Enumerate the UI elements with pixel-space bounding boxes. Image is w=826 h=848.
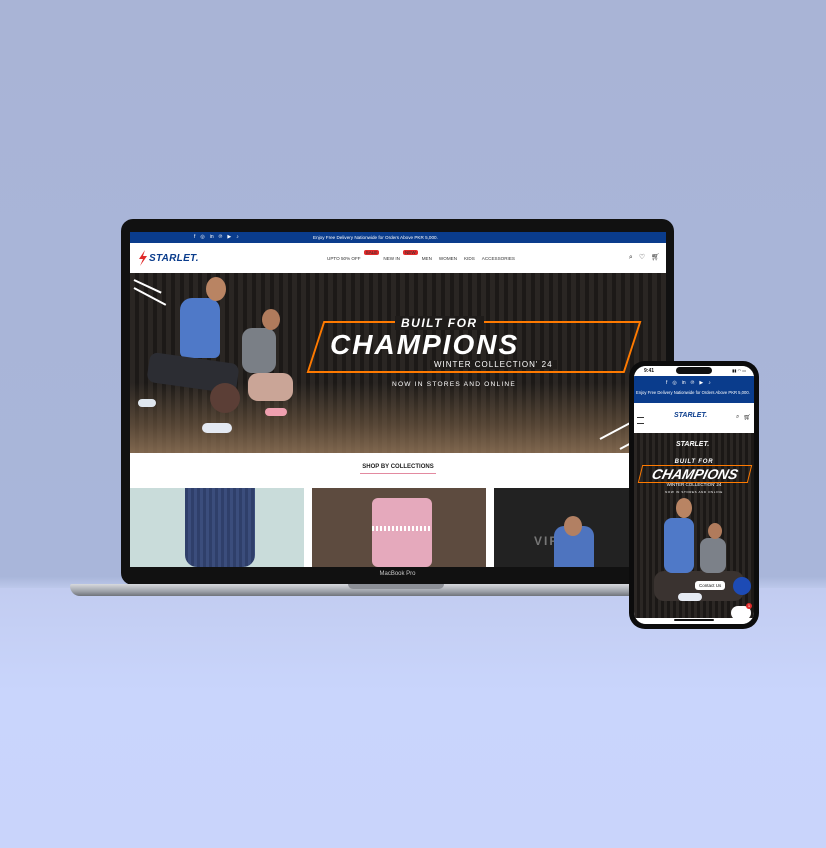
contact-fab-button[interactable]	[733, 577, 751, 595]
chat-badge: 1	[746, 603, 752, 609]
nav-icons: ⌕ 🛒︎	[736, 414, 751, 421]
section-title-text: SHOP BY COLLECTIONS	[362, 464, 434, 470]
search-icon[interactable]: ⌕	[629, 254, 633, 262]
jeans-image	[185, 488, 255, 567]
medicine-ball	[210, 383, 240, 413]
laptop-notch	[348, 584, 444, 589]
instagram-icon[interactable]: ◎	[200, 234, 204, 241]
contact-us-button[interactable]: Contact Us	[695, 581, 726, 590]
laptop-screen: f ◎ in ℗ ▶ ♪ Enjoy Free Delivery Nationw…	[130, 232, 666, 567]
hero-stores: NOW IN STORES AND ONLINE	[392, 381, 516, 388]
laptop-model-label: MacBook Pro	[379, 571, 416, 577]
athlete-female-head	[708, 523, 722, 539]
athlete-female-legs	[248, 373, 293, 401]
shoe	[138, 399, 156, 407]
bolt-icon	[139, 250, 147, 266]
athlete-male	[180, 298, 220, 358]
site-logo[interactable]: STARLET.	[138, 250, 199, 266]
phone-screen: 9:41 ▮▮ ◠ ▭ f ◎ in ℗ ▶ ♪ Enjoy Free Deli…	[634, 366, 754, 624]
athlete-female-head	[262, 309, 280, 330]
athlete-male-head	[206, 277, 226, 301]
facebook-icon[interactable]: f	[666, 380, 667, 386]
site-logo[interactable]: STARLET.	[674, 412, 707, 419]
tiktok-icon[interactable]: ♪	[236, 234, 239, 241]
menu-item-men[interactable]: MEN	[422, 256, 432, 261]
menu-item-kids[interactable]: KIDS	[464, 256, 475, 261]
hero-collection: WINTER COLLECTION' 24	[430, 360, 557, 369]
logo-text: STARLET.	[149, 252, 199, 264]
pink-outfit-image	[372, 498, 432, 567]
lace-trim	[372, 526, 432, 531]
linkedin-icon[interactable]: in	[682, 380, 686, 386]
shoe	[678, 593, 702, 601]
hero-champions: CHAMPIONS	[637, 465, 753, 483]
menu-item-new-in[interactable]: NEW INNEW	[383, 250, 418, 261]
social-links: f ◎ in ℗ ▶ ♪	[666, 380, 711, 386]
status-bar: 9:41 ▮▮ ◠ ▭	[634, 366, 754, 376]
dynamic-island	[676, 367, 712, 374]
hero-stores: NOW IN STORES AND ONLINE	[665, 490, 723, 494]
new-badge: NEW	[402, 250, 418, 255]
hero-collection: WINTER COLLECTION' 24	[666, 482, 722, 487]
section-underline	[360, 473, 436, 474]
youtube-icon[interactable]: ▶	[699, 380, 703, 386]
hero-banner[interactable]: STARLET. BUILT FOR CHAMPIONS WINTER COLL…	[634, 433, 754, 618]
pinterest-icon[interactable]: ℗	[691, 380, 695, 386]
menu-item-women[interactable]: WOMEN	[439, 256, 457, 261]
athlete-male	[664, 518, 694, 573]
search-icon[interactable]: ⌕	[736, 414, 739, 421]
decor-slash	[133, 287, 167, 306]
model-head	[564, 516, 582, 536]
announcement-bar: f ◎ in ℗ ▶ ♪ Enjoy Free Delivery Nationw…	[130, 232, 666, 243]
hero-champions: CHAMPIONS	[330, 329, 520, 360]
collection-tile-denim[interactable]	[130, 488, 304, 567]
collection-tile-women[interactable]	[312, 488, 486, 567]
nav-icons: ⌕ ♡ 🛒︎	[629, 254, 660, 262]
athlete-female	[700, 538, 726, 573]
collection-tiles: VIRTUO	[130, 488, 666, 567]
signal-icons: ▮▮ ◠ ▭	[732, 368, 746, 373]
menu: UPTO 50% OFFSALE NEW INNEW MEN WOMEN KID…	[327, 250, 515, 261]
promo-text: Enjoy Free Delivery Nationwide for Order…	[636, 390, 750, 395]
menu-item-accessories[interactable]: ACCESSORIES	[482, 256, 515, 261]
wishlist-icon[interactable]: ♡	[639, 254, 645, 262]
hero-logo: STARLET.	[676, 441, 710, 448]
instagram-icon[interactable]: ◎	[672, 380, 676, 386]
athlete-male-head	[676, 498, 692, 518]
mobile-nav: STARLET. ⌕ 🛒︎	[634, 403, 754, 433]
menu-item-sale[interactable]: UPTO 50% OFFSALE	[327, 250, 380, 261]
cart-icon[interactable]: 🛒︎	[743, 414, 751, 421]
shoe	[265, 408, 287, 416]
status-time: 9:41	[644, 368, 655, 374]
linkedin-icon[interactable]: in	[210, 234, 214, 241]
social-links: f ◎ in ℗ ▶ ♪	[194, 234, 239, 241]
section-title: SHOP BY COLLECTIONS	[130, 464, 666, 474]
tiktok-icon[interactable]: ♪	[708, 380, 711, 386]
home-indicator	[674, 619, 714, 621]
facebook-icon[interactable]: f	[194, 234, 195, 241]
menu-item-label: NEW IN	[383, 256, 400, 261]
pinterest-icon[interactable]: ℗	[219, 234, 223, 241]
youtube-icon[interactable]: ▶	[227, 234, 231, 241]
hamburger-icon[interactable]	[637, 417, 644, 424]
athlete-female	[242, 328, 276, 373]
sale-badge: SALE	[363, 250, 380, 255]
menu-item-label: UPTO 50% OFF	[327, 256, 361, 261]
hero-built: BUILT FOR	[395, 316, 484, 330]
cart-icon[interactable]: 🛒︎	[651, 254, 660, 262]
shoe	[202, 423, 232, 433]
hero-banner[interactable]: BUILT FOR CHAMPIONS WINTER COLLECTION' 2…	[130, 273, 666, 453]
announcement-bar: f ◎ in ℗ ▶ ♪ Enjoy Free Delivery Nationw…	[634, 376, 754, 403]
main-nav: STARLET. UPTO 50% OFFSALE NEW INNEW MEN …	[130, 243, 666, 274]
promo-text: Enjoy Free Delivery Nationwide for Order…	[313, 235, 438, 240]
